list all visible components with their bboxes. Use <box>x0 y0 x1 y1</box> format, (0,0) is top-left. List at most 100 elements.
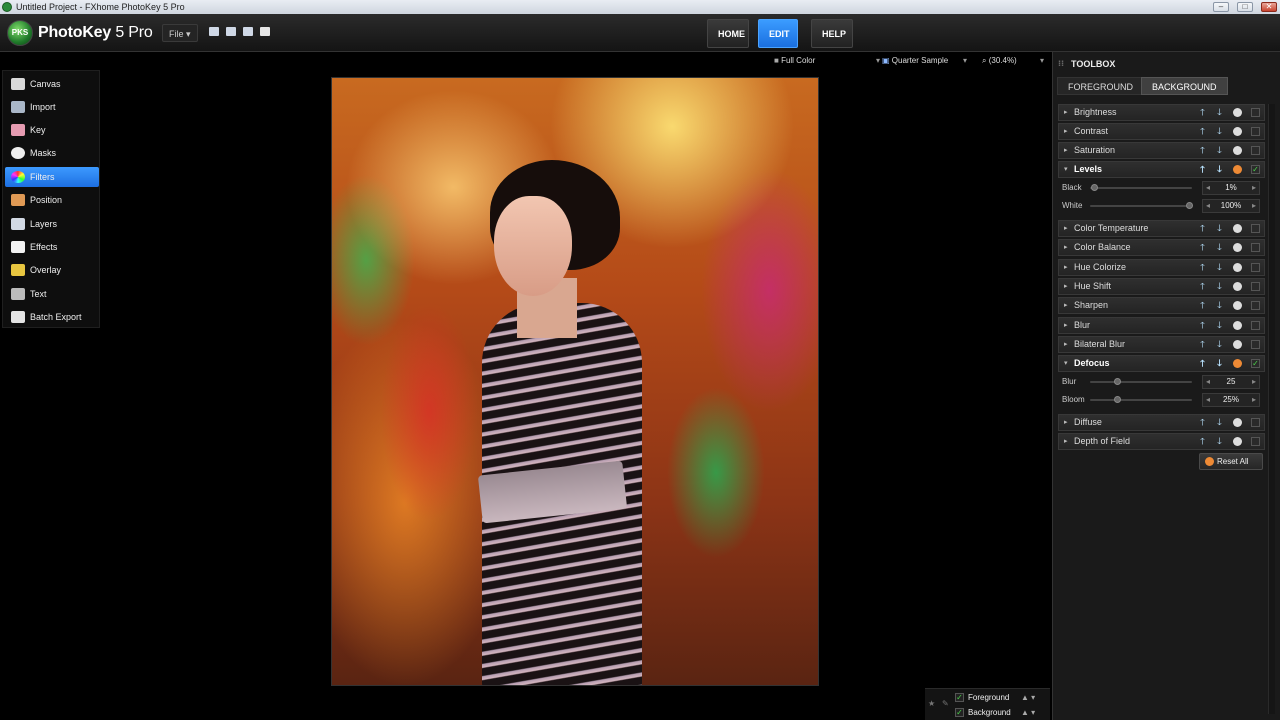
sidebar-item-effects[interactable]: Effects <box>5 237 99 257</box>
enable-checkbox[interactable] <box>1251 224 1260 233</box>
filter-row-color-balance[interactable]: ▸ Color Balance 🡑 🡓 <box>1058 239 1265 256</box>
move-up-icon[interactable]: 🡑 <box>1197 339 1208 350</box>
grip-icon[interactable]: ⁝⁝ <box>1058 60 1064 68</box>
enable-checkbox[interactable]: ✓ <box>1251 165 1260 174</box>
param-value[interactable]: 100% <box>1221 201 1241 210</box>
move-up-icon[interactable]: 🡑 <box>1197 107 1208 118</box>
tab-foreground[interactable]: FOREGROUND <box>1057 77 1144 95</box>
enable-checkbox[interactable] <box>1251 127 1260 136</box>
slider-knob[interactable] <box>1090 184 1098 191</box>
enable-checkbox[interactable] <box>1251 340 1260 349</box>
defocus-bloom-slider[interactable] <box>1090 396 1192 403</box>
move-down-icon[interactable]: 🡓 <box>1214 126 1225 137</box>
sidebar-item-position[interactable]: Position <box>5 190 99 210</box>
open-project-icon[interactable] <box>226 27 236 36</box>
move-up-icon[interactable]: 🡑 <box>1197 164 1208 175</box>
sidebar-item-key[interactable]: Key <box>5 120 99 140</box>
filter-row-hue-colorize[interactable]: ▸ Hue Colorize 🡑 🡓 <box>1058 259 1265 276</box>
reset-icon[interactable] <box>1233 437 1242 446</box>
file-menu[interactable]: File ▾ <box>162 24 198 42</box>
nav-help-button[interactable]: HELP <box>811 19 853 48</box>
sample-dropdown[interactable]: ▣ Quarter Sample ▾ <box>882 53 968 69</box>
filter-row-color-temperature[interactable]: ▸ Color Temperature 🡑 🡓 <box>1058 220 1265 237</box>
reset-icon[interactable] <box>1233 418 1242 427</box>
close-button[interactable]: ✕ <box>1261 2 1277 12</box>
reset-icon[interactable] <box>1233 321 1242 330</box>
reset-all-button[interactable]: Reset All <box>1199 453 1263 470</box>
filter-row-defocus[interactable]: ▾ Defocus 🡑 🡓 ✓ <box>1058 355 1265 372</box>
move-up-icon[interactable]: 🡑 <box>1197 417 1208 428</box>
move-up-icon[interactable]: 🡑 <box>1197 126 1208 137</box>
enable-checkbox[interactable]: ✓ <box>1251 359 1260 368</box>
layer-order-arrows[interactable]: ▲ ▾ <box>1021 706 1051 720</box>
enable-checkbox[interactable] <box>1251 437 1260 446</box>
filter-row-bilateral-blur[interactable]: ▸ Bilateral Blur 🡑 🡓 <box>1058 336 1265 353</box>
expand-icon[interactable]: ▸ <box>1064 124 1068 139</box>
defocus-bloom-stepper[interactable]: ◂ 25% ▸ <box>1202 393 1260 407</box>
move-down-icon[interactable]: 🡓 <box>1214 339 1225 350</box>
slider-knob[interactable] <box>1186 202 1193 209</box>
move-down-icon[interactable]: 🡓 <box>1214 436 1225 447</box>
move-down-icon[interactable]: 🡓 <box>1214 417 1225 428</box>
expand-icon[interactable]: ▸ <box>1064 221 1068 236</box>
move-up-icon[interactable]: 🡑 <box>1197 320 1208 331</box>
reset-icon[interactable] <box>1233 301 1242 310</box>
sidebar-item-canvas[interactable]: Canvas <box>5 74 99 94</box>
sidebar-item-batch-export[interactable]: Batch Export <box>5 307 99 327</box>
move-down-icon[interactable]: 🡓 <box>1214 164 1225 175</box>
move-down-icon[interactable]: 🡓 <box>1214 281 1225 292</box>
move-down-icon[interactable]: 🡓 <box>1214 145 1225 156</box>
reset-icon[interactable] <box>1233 340 1242 349</box>
sidebar-item-filters[interactable]: Filters <box>5 167 99 187</box>
composite-photo[interactable] <box>331 77 819 686</box>
reset-icon[interactable] <box>1233 359 1242 368</box>
enable-checkbox[interactable] <box>1251 301 1260 310</box>
layer-row-foreground[interactable]: ✓ Foreground ▲ ▾ <box>955 691 1035 705</box>
filter-row-brightness[interactable]: ▸ Brightness 🡑 🡓 <box>1058 104 1265 121</box>
move-down-icon[interactable]: 🡓 <box>1214 358 1225 369</box>
move-down-icon[interactable]: 🡓 <box>1214 223 1225 234</box>
move-up-icon[interactable]: 🡑 <box>1197 242 1208 253</box>
param-value[interactable]: 25 <box>1227 377 1236 386</box>
move-up-icon[interactable]: 🡑 <box>1197 436 1208 447</box>
move-down-icon[interactable]: 🡓 <box>1214 300 1225 311</box>
white-slider[interactable] <box>1090 202 1193 209</box>
new-project-icon[interactable] <box>209 27 219 36</box>
color-mode-dropdown[interactable]: ■ Full Color ▾ <box>774 53 880 69</box>
enable-checkbox[interactable] <box>1251 418 1260 427</box>
expand-icon[interactable]: ▸ <box>1064 318 1068 333</box>
foreground-visible-checkbox[interactable]: ✓ <box>955 693 964 703</box>
move-down-icon[interactable]: 🡓 <box>1214 242 1225 253</box>
layer-row-background[interactable]: ✓ Background ▲ ▾ <box>955 706 1035 720</box>
move-down-icon[interactable]: 🡓 <box>1214 320 1225 331</box>
zoom-dropdown[interactable]: ⌕ (30.4%) ▾ <box>982 53 1044 69</box>
expand-icon[interactable]: ▸ <box>1064 240 1068 255</box>
filter-row-contrast[interactable]: ▸ Contrast 🡑 🡓 <box>1058 123 1265 140</box>
move-up-icon[interactable]: 🡑 <box>1197 300 1208 311</box>
slider-knob[interactable] <box>1114 396 1121 403</box>
move-up-icon[interactable]: 🡑 <box>1197 262 1208 273</box>
collapse-icon[interactable]: ▾ <box>1064 356 1068 371</box>
move-up-icon[interactable]: 🡑 <box>1197 358 1208 369</box>
filter-row-sharpen[interactable]: ▸ Sharpen 🡑 🡓 <box>1058 297 1265 314</box>
filter-row-depth-of-field[interactable]: ▸ Depth of Field 🡑 🡓 <box>1058 433 1265 450</box>
expand-icon[interactable]: ▸ <box>1064 415 1068 430</box>
collapse-icon[interactable]: ▾ <box>1064 162 1068 177</box>
move-up-icon[interactable]: 🡑 <box>1197 223 1208 234</box>
layer-order-arrows[interactable]: ▲ ▾ <box>1021 691 1051 705</box>
expand-icon[interactable]: ▸ <box>1064 337 1068 352</box>
defocus-blur-slider[interactable] <box>1090 378 1192 385</box>
filter-row-blur[interactable]: ▸ Blur 🡑 🡓 <box>1058 317 1265 334</box>
nav-home-button[interactable]: HOME <box>707 19 749 48</box>
filter-row-saturation[interactable]: ▸ Saturation 🡑 🡓 <box>1058 142 1265 159</box>
toolbox-scrollbar[interactable] <box>1268 104 1275 714</box>
expand-icon[interactable]: ▸ <box>1064 105 1068 120</box>
expand-icon[interactable]: ▸ <box>1064 279 1068 294</box>
expand-icon[interactable]: ▸ <box>1064 143 1068 158</box>
print-icon[interactable] <box>260 27 270 36</box>
enable-checkbox[interactable] <box>1251 243 1260 252</box>
background-visible-checkbox[interactable]: ✓ <box>955 708 964 718</box>
move-down-icon[interactable]: 🡓 <box>1214 262 1225 273</box>
minimize-button[interactable]: – <box>1213 2 1229 12</box>
sidebar-item-text[interactable]: Text <box>5 284 99 304</box>
